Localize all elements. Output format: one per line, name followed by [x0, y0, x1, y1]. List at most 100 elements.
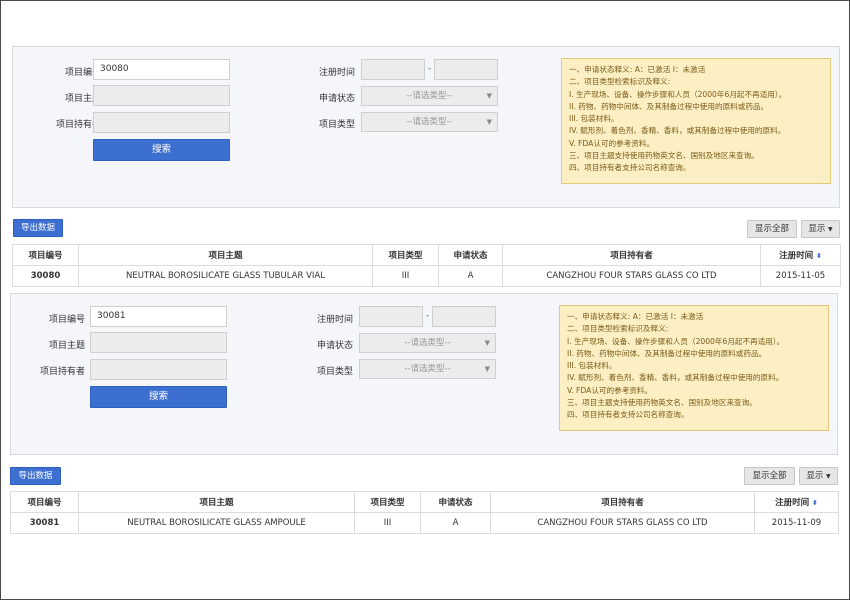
apply-status-select-value: --请选类型--	[404, 338, 451, 348]
help-note: 一、申请状态释义: A：已激活 I：未激活 二、项目类型检索标识及释义: I. …	[561, 58, 831, 184]
caret-down-icon: ▼	[484, 339, 490, 347]
project-type-label: 项目类型	[316, 367, 353, 377]
note-line: 三、项目主题支持使用药物英文名、国别及地区来查询。	[569, 151, 759, 161]
col-reg-time[interactable]: 注册时间 ⬍	[754, 491, 839, 513]
table-header-row: 项目编号 项目主题 项目类型 申请状态 项目持有者 注册时间 ⬍	[10, 491, 839, 513]
apply-status-select[interactable]: --请选类型-- ▼	[361, 86, 498, 106]
project-type-select-value: --请选类型--	[404, 364, 451, 374]
show-all-button[interactable]: 显示全部	[744, 467, 795, 485]
note-line: 四、项目持有者支持公司名称查询。	[569, 163, 691, 173]
col-reg-time-label: 注册时间	[775, 498, 810, 508]
project-no-input[interactable]: 30081	[90, 306, 227, 327]
reg-time-label: 注册时间	[318, 68, 355, 78]
table-row: 30080 NEUTRAL BOROSILICATE GLASS TUBULAR…	[12, 265, 841, 287]
search-panel-2: 项目编号 30081 项目主题 项目持有者 搜索 注册时间 - 申请状态 --请…	[10, 293, 838, 455]
apply-status-select-value: --请选类型--	[406, 91, 453, 101]
sort-icon[interactable]: ⬍	[816, 252, 822, 260]
note-line: I. 生产现场、设备、操作步骤和人员（2000年6月起不再适用）。	[569, 89, 787, 99]
cell-project-subject: NEUTRAL BOROSILICATE GLASS AMPOULE	[78, 512, 355, 534]
project-subject-label: 项目主题	[64, 94, 101, 104]
project-subject-input[interactable]	[93, 85, 230, 106]
apply-status-label: 申请状态	[316, 341, 353, 351]
project-type-select[interactable]: --请选类型-- ▼	[359, 359, 496, 379]
reg-time-end-input[interactable]	[434, 59, 498, 80]
project-type-label: 项目类型	[318, 120, 355, 130]
table-row: 30081 NEUTRAL BOROSILICATE GLASS AMPOULE…	[10, 512, 839, 534]
note-line: V. FDA认可的参考资料。	[567, 385, 653, 395]
cell-apply-status: A	[420, 512, 491, 534]
date-separator: -	[426, 311, 430, 321]
note-line: III. 包装材料。	[567, 361, 617, 371]
project-holder-label: 项目持有者	[55, 120, 101, 130]
cell-reg-time: 2015-11-05	[760, 265, 841, 287]
cell-project-no: 30080	[12, 265, 79, 287]
search-button[interactable]: 搜索	[93, 139, 230, 161]
results-table-2: 项目编号 项目主题 项目类型 申请状态 项目持有者 注册时间 ⬍ 30081 N…	[10, 491, 839, 534]
apply-status-select[interactable]: --请选类型-- ▼	[359, 333, 496, 353]
cell-project-type: III	[372, 265, 439, 287]
note-line: 一、申请状态释义: A：已激活 I：未激活	[567, 312, 704, 321]
cell-project-no: 30081	[10, 512, 79, 534]
caret-down-icon: ▼	[828, 226, 833, 233]
project-no-label: 项目编号	[48, 315, 85, 325]
reg-time-start-input[interactable]	[359, 306, 423, 327]
sort-icon[interactable]: ⬍	[812, 499, 818, 507]
reg-time-label: 注册时间	[316, 315, 353, 325]
col-reg-time-label: 注册时间	[779, 251, 814, 261]
cell-project-holder: CANGZHOU FOUR STARS GLASS CO LTD	[502, 265, 761, 287]
project-no-label: 项目编号	[64, 68, 101, 78]
col-project-subject: 项目主题	[78, 491, 355, 513]
note-line: 三、项目主题支持使用药物英文名、国别及地区来查询。	[567, 398, 757, 408]
help-note: 一、申请状态释义: A：已激活 I：未激活 二、项目类型检索标识及释义: I. …	[559, 305, 829, 431]
caret-down-icon: ▼	[486, 92, 492, 100]
date-separator: -	[428, 64, 432, 74]
note-line: V. FDA认可的参考资料。	[569, 138, 655, 148]
note-line: I. 生产现场、设备、操作步骤和人员（2000年6月起不再适用）。	[567, 336, 785, 346]
project-holder-input[interactable]	[93, 112, 230, 133]
results-table-1: 项目编号 项目主题 项目类型 申请状态 项目持有者 注册时间 ⬍ 30080 N…	[12, 244, 841, 287]
project-type-select-value: --请选类型--	[406, 117, 453, 127]
display-dropdown-button[interactable]: 显示 ▼	[799, 467, 838, 485]
col-project-subject: 项目主题	[78, 244, 373, 266]
note-line: III. 包装材料。	[569, 114, 619, 124]
project-type-select[interactable]: --请选类型-- ▼	[361, 112, 498, 132]
caret-down-icon: ▼	[484, 365, 490, 373]
show-all-button[interactable]: 显示全部	[747, 220, 797, 238]
col-reg-time[interactable]: 注册时间 ⬍	[760, 244, 841, 266]
display-label: 显示	[806, 471, 824, 481]
cell-project-type: III	[354, 512, 421, 534]
cell-project-subject: NEUTRAL BOROSILICATE GLASS TUBULAR VIAL	[78, 265, 373, 287]
caret-down-icon: ▼	[486, 118, 492, 126]
note-line: IV. 赋形剂、着色剂、香精、香料，或其制备过程中使用的原料。	[569, 126, 786, 136]
cell-apply-status: A	[438, 265, 503, 287]
export-button[interactable]: 导出数据	[10, 467, 61, 485]
table-header-row: 项目编号 项目主题 项目类型 申请状态 项目持有者 注册时间 ⬍	[12, 244, 841, 266]
cell-reg-time: 2015-11-09	[754, 512, 839, 534]
project-subject-input[interactable]	[90, 332, 227, 353]
col-project-no: 项目编号	[12, 244, 79, 266]
project-no-input[interactable]: 30080	[93, 59, 230, 80]
display-label: 显示	[808, 224, 826, 234]
note-line: 二、项目类型检索标识及释义:	[569, 77, 671, 87]
reg-time-end-input[interactable]	[432, 306, 496, 327]
col-apply-status: 申请状态	[420, 491, 491, 513]
col-project-no: 项目编号	[10, 491, 79, 513]
apply-status-label: 申请状态	[318, 94, 355, 104]
caret-down-icon: ▼	[826, 473, 831, 480]
cell-project-holder: CANGZHOU FOUR STARS GLASS CO LTD	[490, 512, 755, 534]
reg-time-start-input[interactable]	[361, 59, 425, 80]
col-project-type: 项目类型	[372, 244, 439, 266]
note-line: 一、申请状态释义: A：已激活 I：未激活	[569, 65, 706, 74]
note-line: 四、项目持有者支持公司名称查询。	[567, 410, 689, 420]
note-line: II. 药物、药物中间体、及其制备过程中使用的原料或药品。	[569, 101, 769, 111]
export-button[interactable]: 导出数据	[13, 219, 63, 237]
note-line: IV. 赋形剂、着色剂、香精、香料，或其制备过程中使用的原料。	[567, 373, 784, 383]
col-apply-status: 申请状态	[438, 244, 503, 266]
project-holder-input[interactable]	[90, 359, 227, 380]
col-project-holder: 项目持有者	[502, 244, 761, 266]
search-panel-1: 项目编号 30080 项目主题 项目持有者 搜索 注册时间 - 申请状态 --请…	[12, 46, 840, 208]
search-button[interactable]: 搜索	[90, 386, 227, 408]
note-line: 二、项目类型检索标识及释义:	[567, 324, 669, 334]
display-dropdown-button[interactable]: 显示 ▼	[801, 220, 840, 238]
col-project-type: 项目类型	[354, 491, 421, 513]
